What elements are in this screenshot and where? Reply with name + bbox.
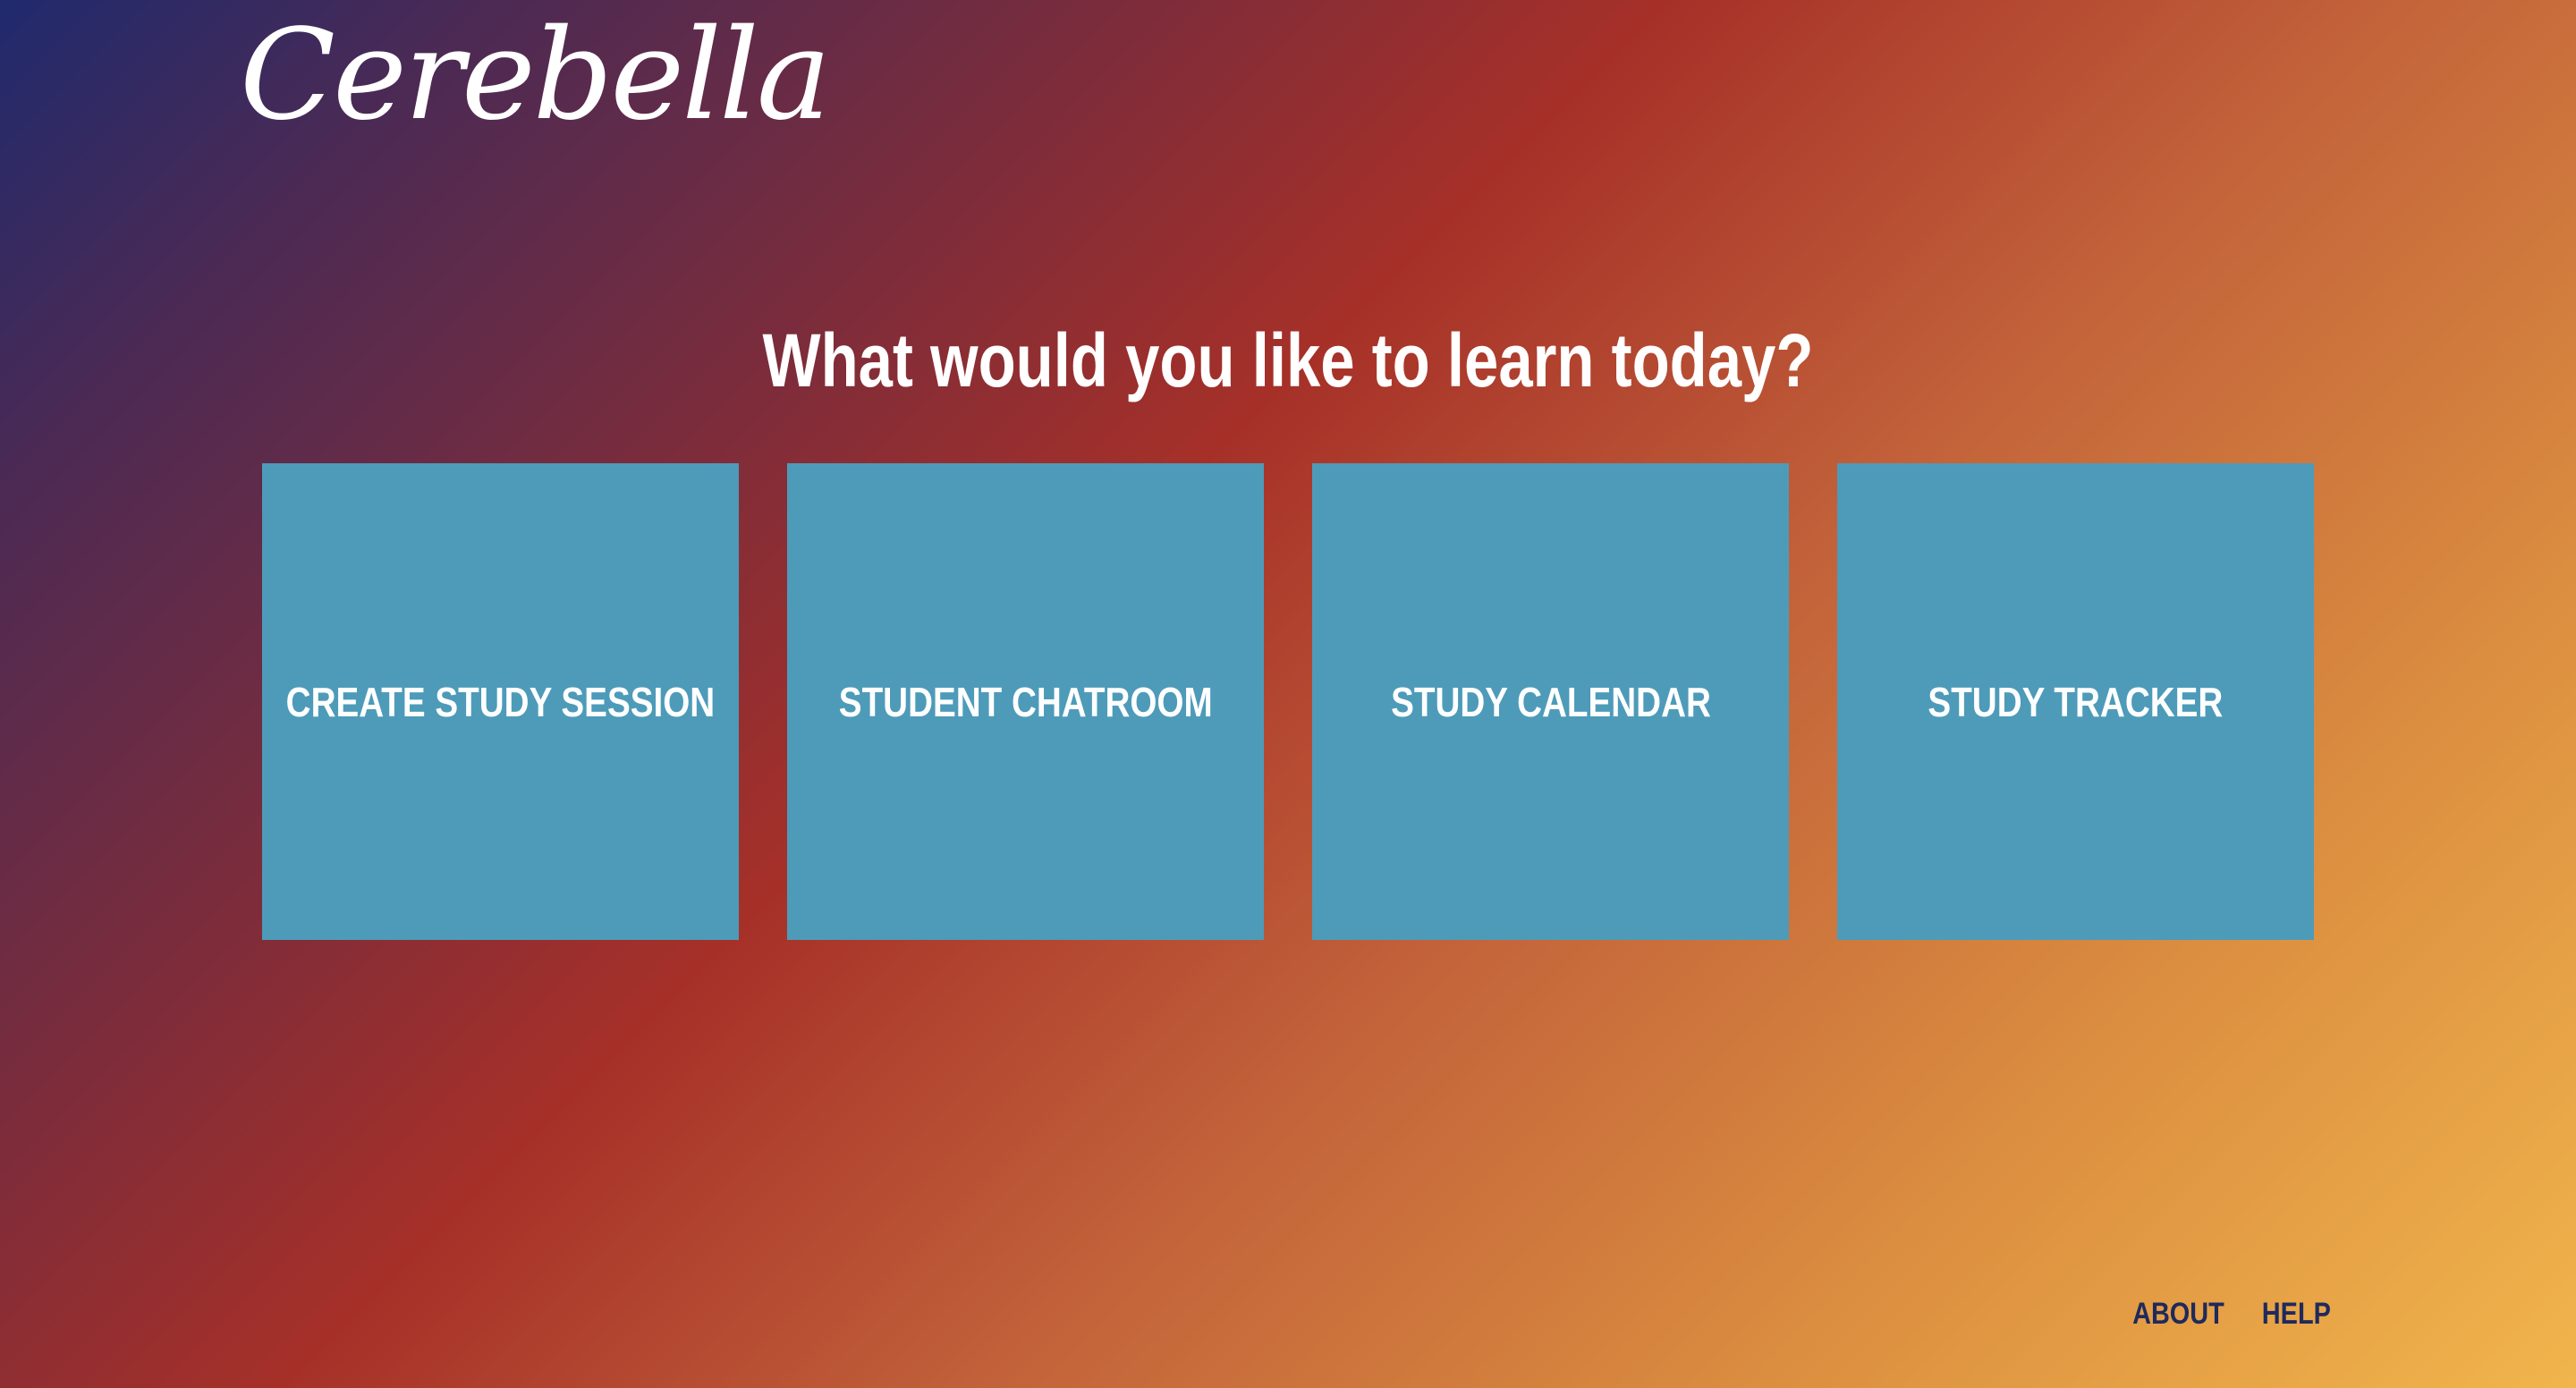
tile-label: STUDY CALENDAR bbox=[1390, 678, 1711, 725]
page-headline: What would you like to learn today? bbox=[762, 318, 1814, 402]
footer-nav: ABOUT HELP bbox=[2124, 1297, 2337, 1332]
tile-label: STUDENT CHATROOM bbox=[838, 678, 1213, 725]
feature-tiles: CREATE STUDY SESSION STUDENT CHATROOM ST… bbox=[262, 463, 2314, 940]
help-link[interactable]: HELP bbox=[2262, 1297, 2331, 1332]
cerebella-logo[interactable]: Cerebella bbox=[240, 7, 831, 145]
study-calendar-tile[interactable]: STUDY CALENDAR bbox=[1312, 463, 1789, 940]
about-link[interactable]: ABOUT bbox=[2132, 1297, 2224, 1332]
student-chatroom-tile[interactable]: STUDENT CHATROOM bbox=[787, 463, 1264, 940]
create-study-session-tile[interactable]: CREATE STUDY SESSION bbox=[262, 463, 739, 940]
study-tracker-tile[interactable]: STUDY TRACKER bbox=[1837, 463, 2314, 940]
tile-label: CREATE STUDY SESSION bbox=[285, 678, 716, 725]
tile-label: STUDY TRACKER bbox=[1928, 678, 2224, 725]
